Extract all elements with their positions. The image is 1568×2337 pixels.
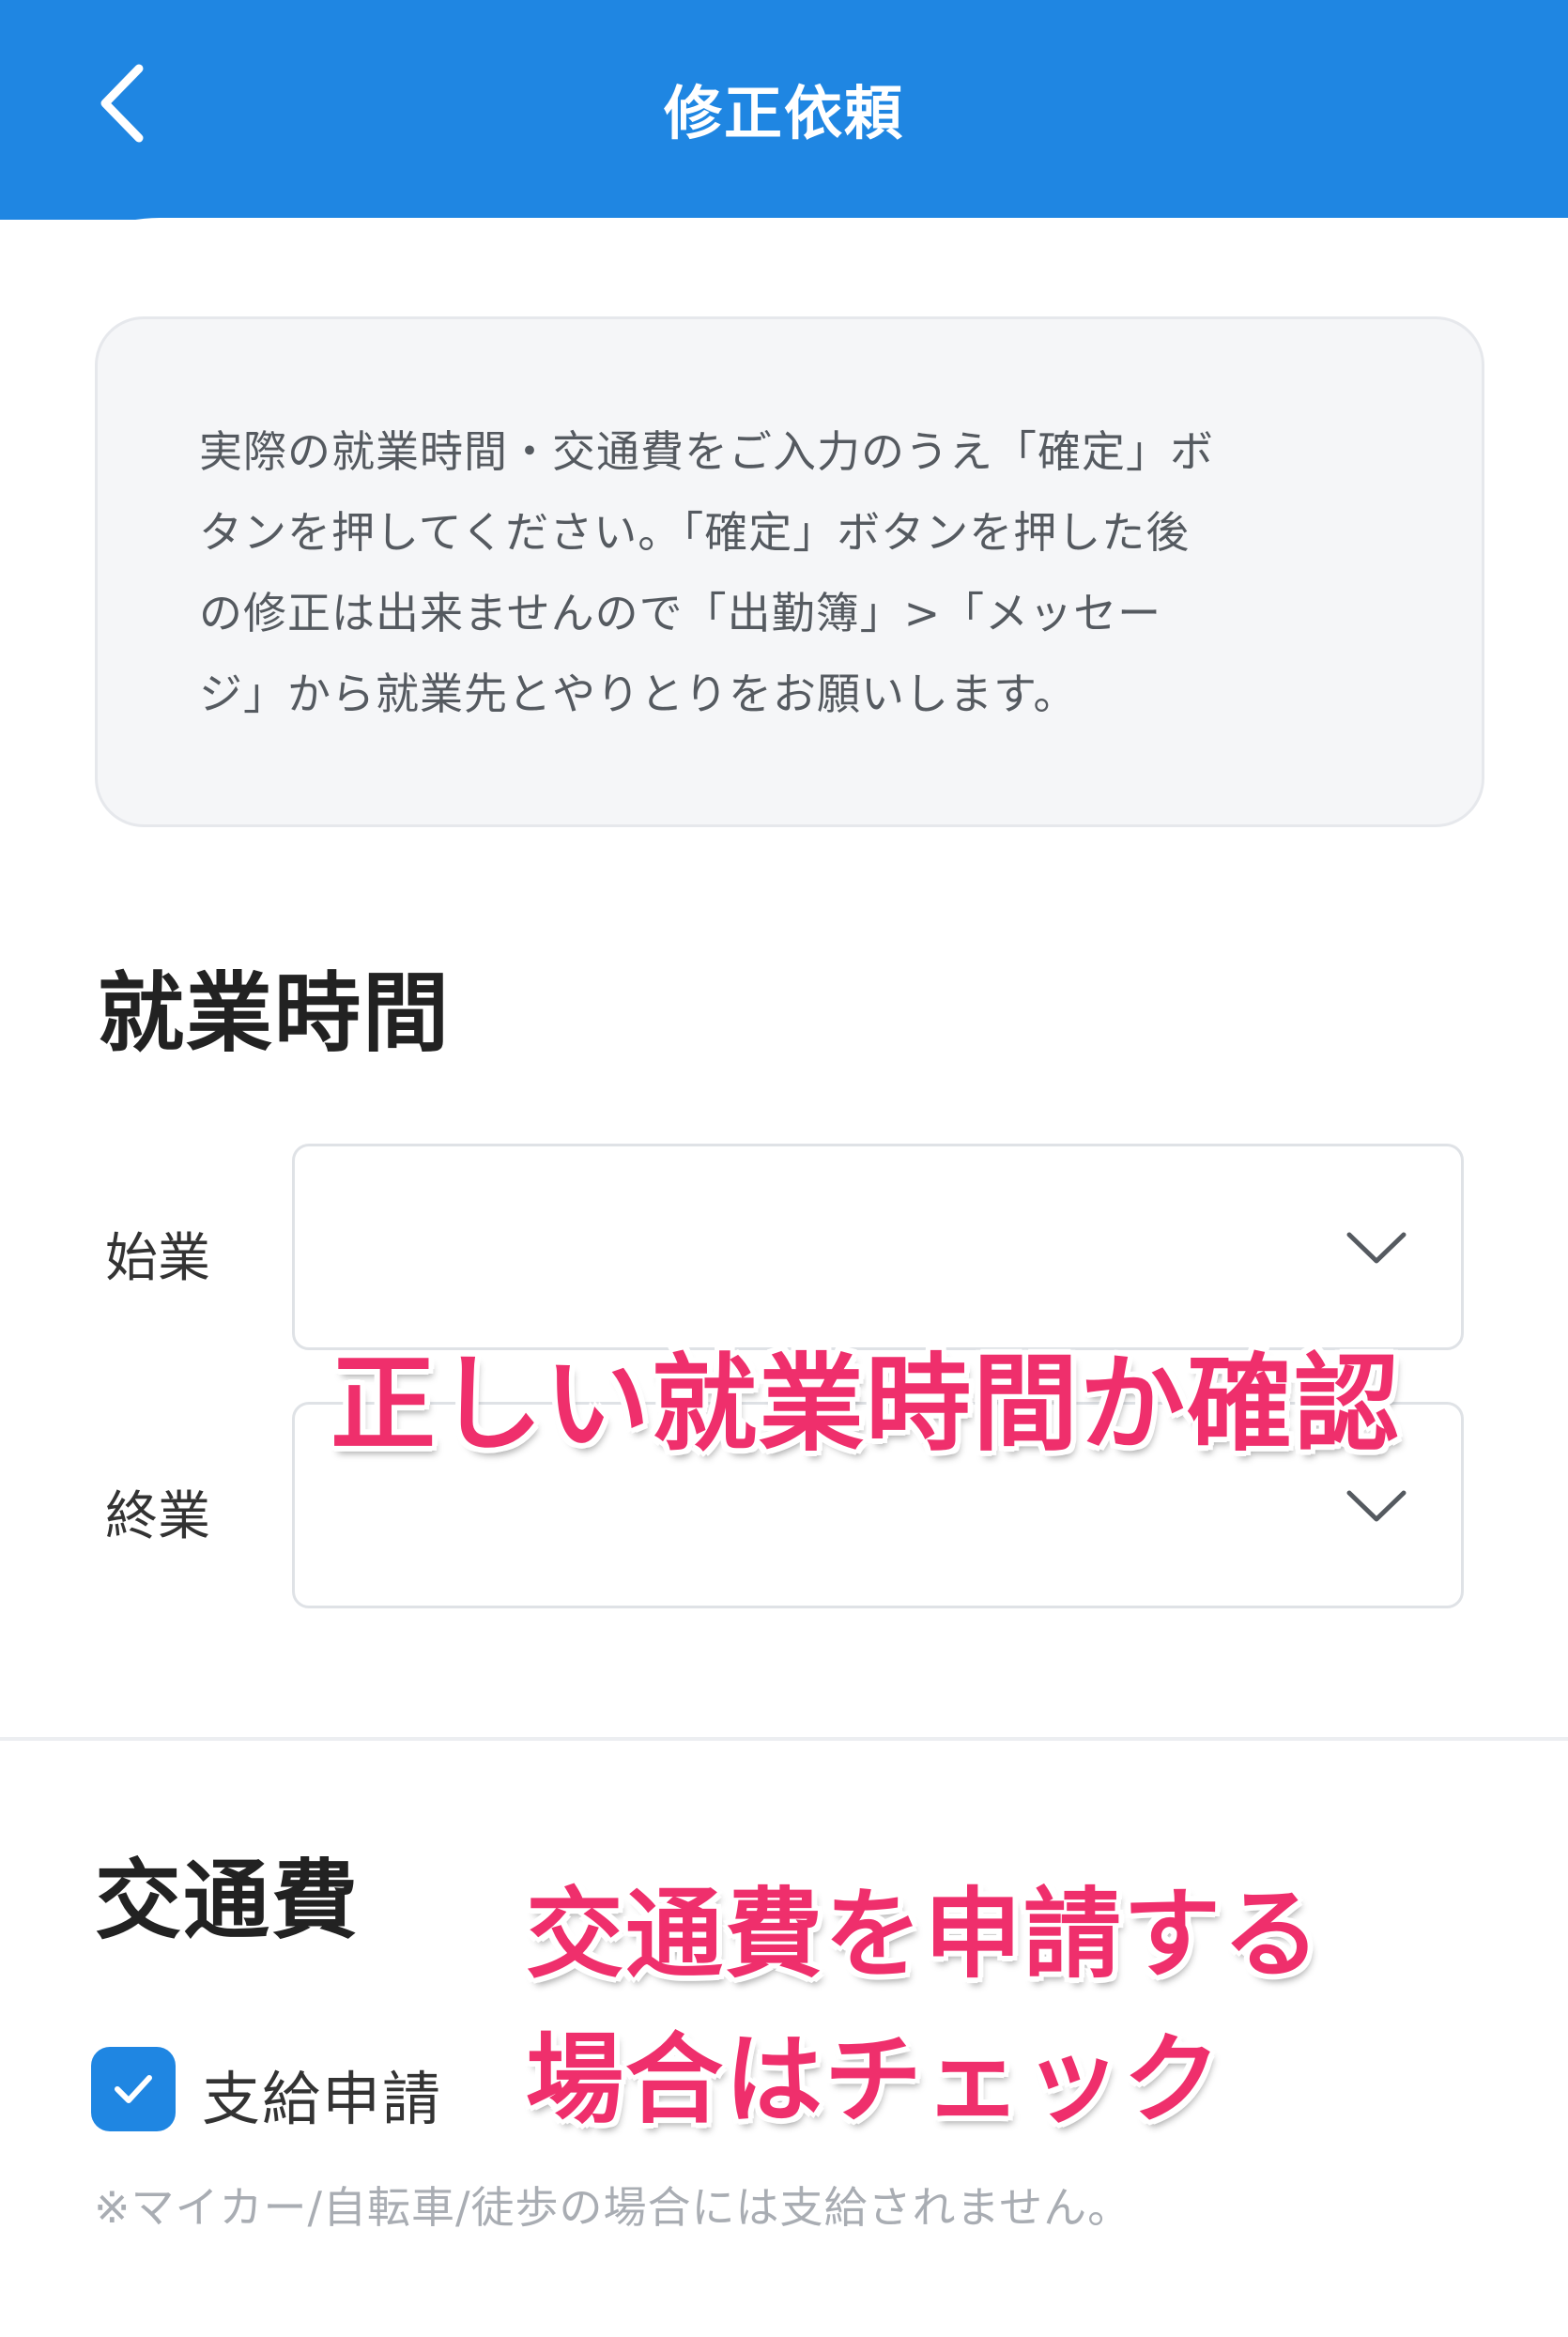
notice-line: の修正は出来ませんので「出勤簿」>「メッセー (199, 588, 1162, 638)
transport-note: ※マイカー/自転車/徒歩の場合には支給されません。 (94, 2182, 1132, 2233)
transport-heading: 交通費 (95, 1851, 361, 1951)
notice-line: ジ」から就業先とやりとりをお願いします。 (199, 669, 1078, 719)
check-icon (115, 2075, 152, 2103)
notice-text: 実際の就業時間・交通費をご入力のうえ「確定」ボ タンを押してください。「確定」ボ… (199, 411, 1388, 734)
chevron-down-icon (1346, 1490, 1407, 1522)
page-title: 修正依頼 (663, 79, 904, 147)
notice-line: 実際の就業時間・交通費をご入力のうえ「確定」ボ (199, 426, 1214, 477)
chevron-left-icon (100, 64, 144, 143)
notice-line: タンを押してください。「確定」ボタンを押した後 (199, 507, 1191, 558)
end-time-label: 終業 (105, 1486, 210, 1547)
notice-box: 実際の就業時間・交通費をご入力のうえ「確定」ボ タンを押してください。「確定」ボ… (95, 316, 1484, 827)
page: 修正依頼 実際の就業時間・交通費をご入力のうえ「確定」ボ タンを押してください。… (0, 0, 1568, 2337)
start-time-label: 始業 (105, 1228, 210, 1289)
annotation-work-time: 正しい就業時間か確認 (331, 1344, 1401, 1466)
transport-request-checkbox[interactable] (91, 2047, 176, 2131)
section-divider (0, 1737, 1568, 1741)
work-time-heading: 就業時間 (98, 963, 452, 1064)
annotation-transport-line1: 交通費を申請する (526, 1877, 1323, 1991)
app-header: 修正依頼 (0, 0, 1568, 220)
annotation-transport-line2: 場合はチェック (526, 2022, 1223, 2137)
transport-request-label[interactable]: 支給申請 (202, 2052, 442, 2136)
back-button[interactable] (75, 52, 169, 155)
chevron-down-icon (1346, 1232, 1407, 1264)
